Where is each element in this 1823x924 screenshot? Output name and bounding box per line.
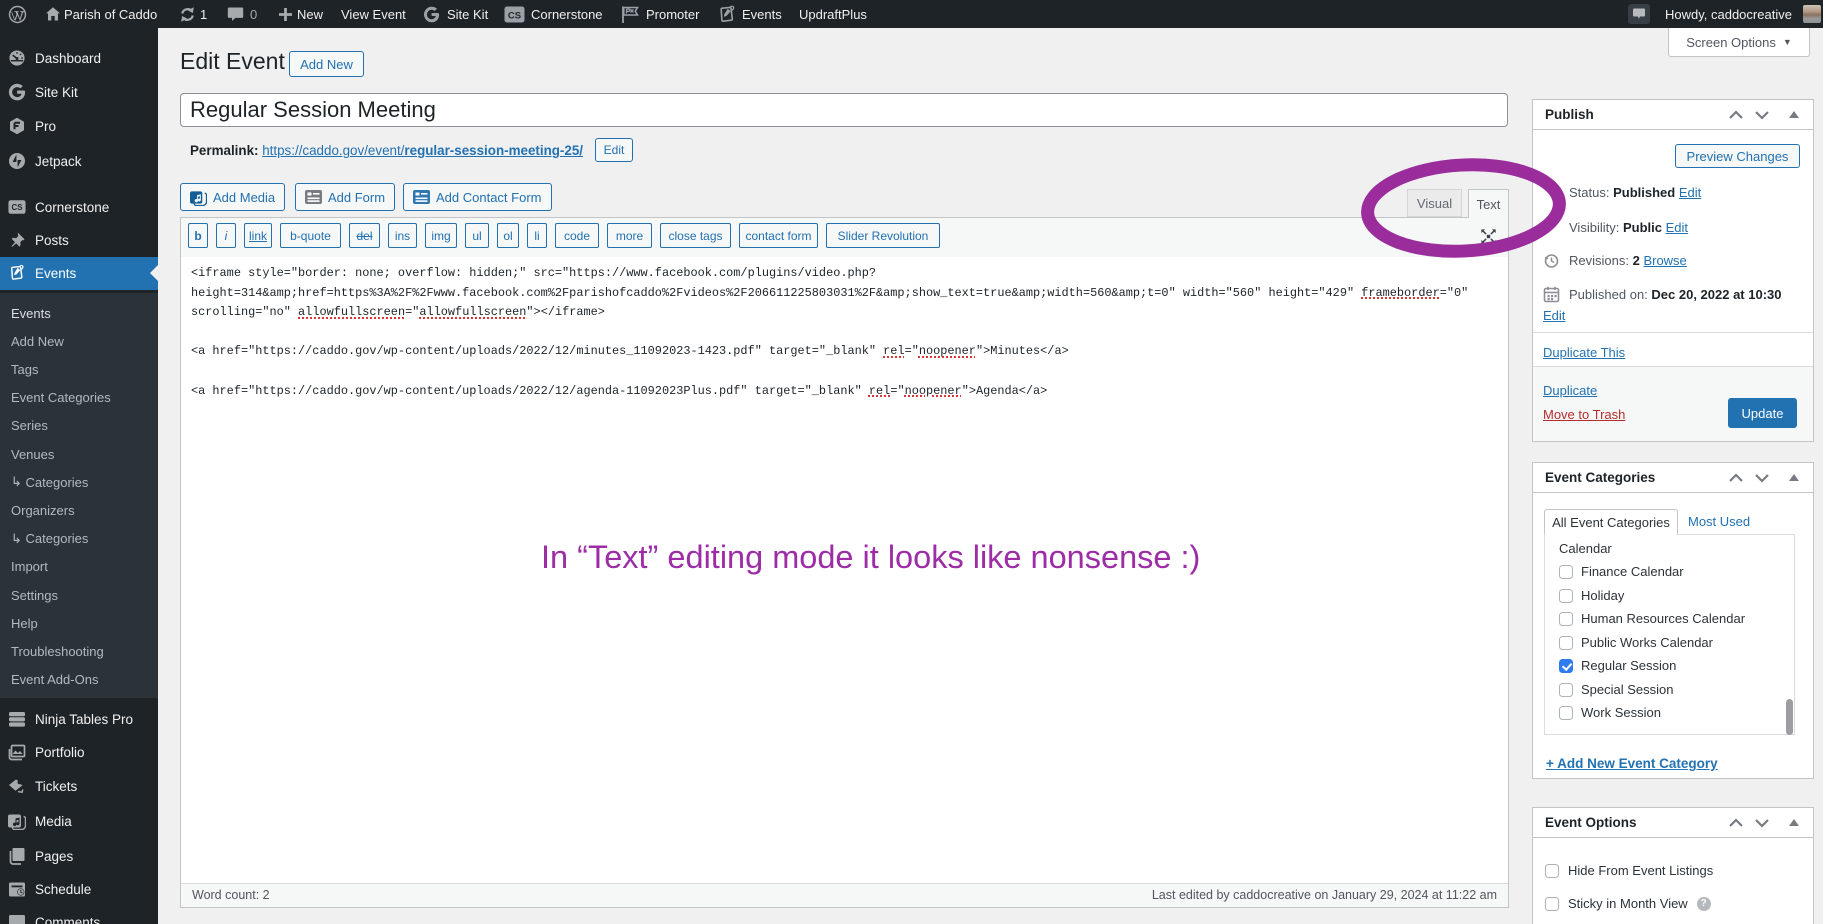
svg-text:CS: CS — [508, 10, 521, 21]
svg-text:CS: CS — [12, 203, 23, 212]
